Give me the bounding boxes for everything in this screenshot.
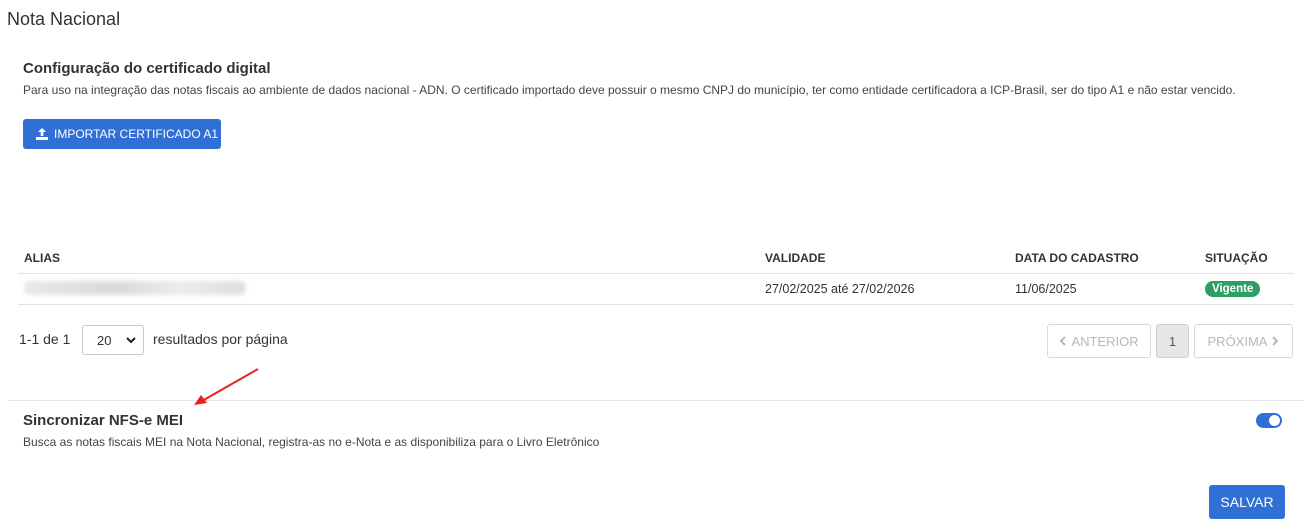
import-certificate-label: IMPORTAR CERTIFICADO A1 [54, 127, 219, 141]
current-page-button[interactable]: 1 [1156, 324, 1189, 358]
per-page-value: 20 [97, 332, 112, 348]
certificate-section-title: Configuração do certificado digital [23, 60, 271, 77]
alias-cell [18, 273, 759, 305]
header-alias[interactable]: ALIAS [18, 243, 759, 274]
situacao-cell: Vigente [1199, 273, 1294, 305]
next-page-button[interactable]: PRÓXIMA [1194, 324, 1293, 358]
per-page-label: resultados por página [153, 331, 288, 347]
per-page-select[interactable]: 20 [82, 325, 144, 355]
table-row[interactable]: 27/02/2025 até 27/02/2026 11/06/2025 Vig… [18, 273, 1294, 305]
previous-page-button[interactable]: ANTERIOR [1047, 324, 1151, 358]
status-badge: Vigente [1205, 281, 1261, 297]
page-title: Nota Nacional [7, 9, 121, 29]
previous-page-label: ANTERIOR [1071, 333, 1139, 349]
redacted-alias [24, 280, 246, 295]
header-validade[interactable]: VALIDADE [759, 243, 1009, 274]
header-situacao[interactable]: SITUAÇÃO [1199, 243, 1294, 274]
upload-icon [35, 127, 49, 141]
next-page-label: PRÓXIMA [1207, 333, 1268, 349]
header-data-cadastro[interactable]: DATA DO CADASTRO [1009, 243, 1199, 274]
table-header-row: ALIAS VALIDADE DATA DO CADASTRO SITUAÇÃO [18, 243, 1294, 274]
certificate-description: Para uso na integração das notas fiscais… [23, 83, 1236, 97]
certificates-table: ALIAS VALIDADE DATA DO CADASTRO SITUAÇÃO… [18, 243, 1294, 305]
annotation-arrow-icon [194, 368, 259, 405]
chevron-down-icon [125, 334, 137, 346]
pagination-range: 1-1 de 1 [19, 331, 71, 347]
cadastro-cell: 11/06/2025 [1009, 273, 1199, 305]
toggle-knob [1269, 415, 1280, 426]
validade-cell: 27/02/2025 até 27/02/2026 [759, 273, 1009, 305]
chevron-right-icon [1271, 334, 1279, 349]
save-button[interactable]: SALVAR [1209, 485, 1285, 519]
chevron-left-icon [1059, 334, 1067, 349]
sync-mei-toggle[interactable] [1256, 413, 1282, 428]
sync-description: Busca as notas fiscais MEI na Nota Nacio… [23, 435, 600, 449]
import-certificate-button[interactable]: IMPORTAR CERTIFICADO A1 [23, 119, 221, 149]
sync-section-title: Sincronizar NFS-e MEI [23, 412, 184, 429]
